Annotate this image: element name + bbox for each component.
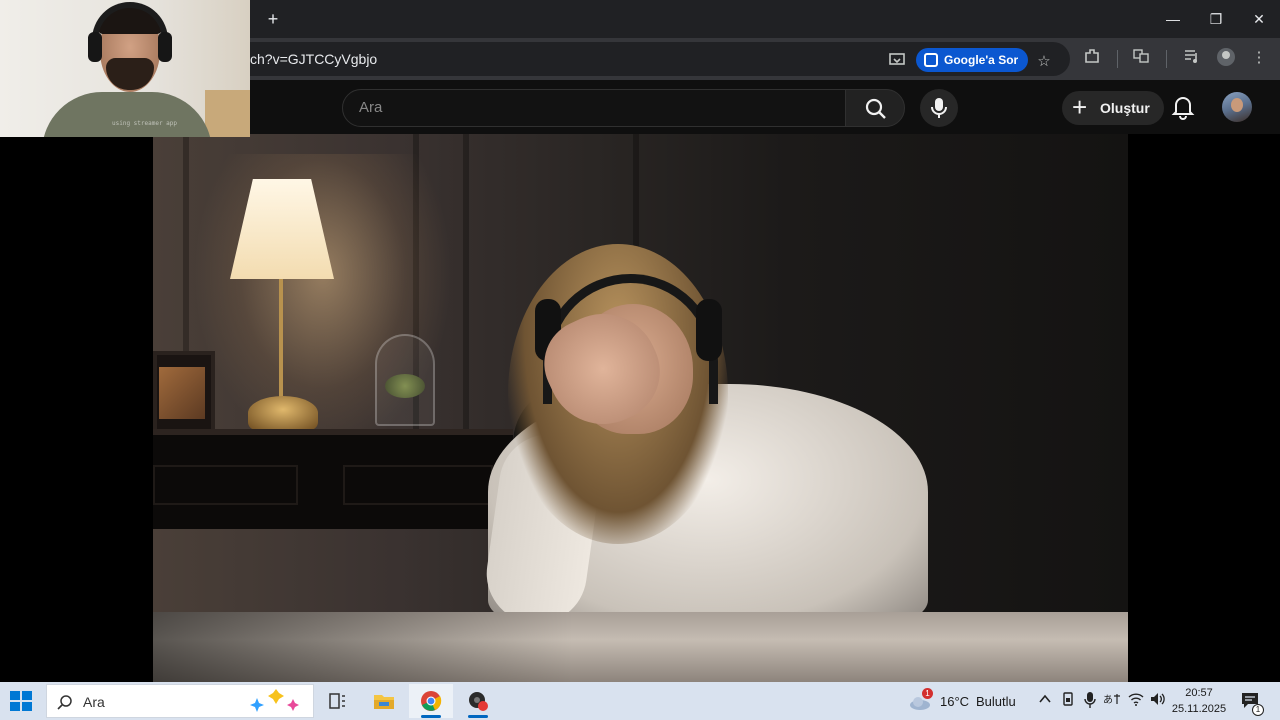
search-placeholder: Ara [359,99,383,116]
system-clock[interactable]: 20:57 25.11.2025 [1168,685,1230,717]
recording-app-button[interactable] [456,684,500,718]
headphone-cup [88,32,102,62]
wall-panel [463,134,469,434]
chevron-up-icon[interactable] [1036,692,1054,710]
task-view-button[interactable] [316,684,360,718]
copilot-sparkle-icon [250,689,299,712]
streamer-headphones [92,2,168,58]
table-shadow [153,612,573,682]
drawer [343,465,493,505]
notification-badge: 1 [1252,704,1264,716]
weather-alert-badge: 1 [922,688,933,699]
clock-date: 25.11.2025 [1171,703,1227,715]
microphone-icon [931,98,947,118]
video-frame[interactable] [153,134,1128,682]
restore-button[interactable]: ❐ [1195,0,1237,38]
profile-icon[interactable] [1215,47,1237,69]
extensions-icon[interactable] [1081,47,1103,69]
picture-frame [153,351,215,433]
chrome-icon [421,691,442,711]
taskbar-search-placeholder: Ara [83,694,105,710]
wifi-icon[interactable] [1127,692,1145,710]
shelf [205,90,250,137]
search-input[interactable]: Ara [342,89,846,127]
glass-cloche [375,334,435,426]
language-icon[interactable]: あ [1103,692,1121,710]
weather-temperature[interactable]: 16°C [940,694,969,709]
close-button[interactable]: ✕ [1238,0,1280,38]
webcam-caption: using streamer app [112,120,178,127]
headphone-cup [158,32,172,62]
search-button[interactable] [845,89,905,127]
google-ask-button[interactable]: Google'a Sor [916,48,1029,72]
account-avatar[interactable] [1222,92,1252,122]
usb-device-icon[interactable] [1059,692,1077,710]
streamer-body [42,92,212,137]
new-tab-button[interactable]: + [262,8,284,30]
notifications-bell-icon[interactable] [1170,94,1196,120]
windows-start-icon[interactable] [10,691,32,711]
cabinet [153,429,513,529]
headphone-cup [696,299,722,361]
drawer [153,465,298,505]
microphone-tray-icon[interactable] [1081,692,1099,710]
video-player[interactable] [0,134,1280,682]
search-icon [865,98,886,119]
bookmark-star-icon[interactable]: ☆ [1033,51,1055,73]
toolbar-separator [1166,50,1167,68]
folder-icon [374,695,394,709]
lamp-pole [279,279,283,399]
url-text[interactable]: ch?v=GJTCCyVgbjo [250,51,377,67]
toolbar-separator [1117,50,1118,68]
recording-app-icon [469,692,488,711]
create-button[interactable]: + Oluştur [1062,91,1164,125]
volume-icon[interactable] [1149,692,1167,710]
cast-icon[interactable] [886,51,908,73]
create-label: Oluştur [1100,100,1150,116]
svg-text:あ: あ [1103,694,1113,706]
more-menu-icon[interactable]: ⋮ [1248,47,1270,69]
lamp-base [248,396,318,430]
task-view-icon [329,693,345,709]
minimize-button[interactable]: — [1152,0,1194,38]
google-ask-label: Google'a Sor [944,53,1019,67]
taskbar-search-input[interactable]: Ara [46,684,314,718]
weather-condition[interactable]: Bulutlu [976,694,1016,709]
plus-icon: + [1072,92,1088,122]
media-control-icon[interactable] [1181,47,1203,69]
search-icon [57,695,72,710]
clock-time: 20:57 [1185,687,1213,699]
lens-icon [924,53,938,67]
windows-taskbar: Ara 1 16°C Bulutlu あ 20:57 25.11.2025 1 [0,682,1280,720]
voice-search-button[interactable] [920,89,958,127]
chrome-button[interactable] [409,684,453,718]
webcam-overlay: using streamer app [0,0,250,137]
translate-icon[interactable] [1130,47,1152,69]
file-explorer-button[interactable] [362,684,406,718]
